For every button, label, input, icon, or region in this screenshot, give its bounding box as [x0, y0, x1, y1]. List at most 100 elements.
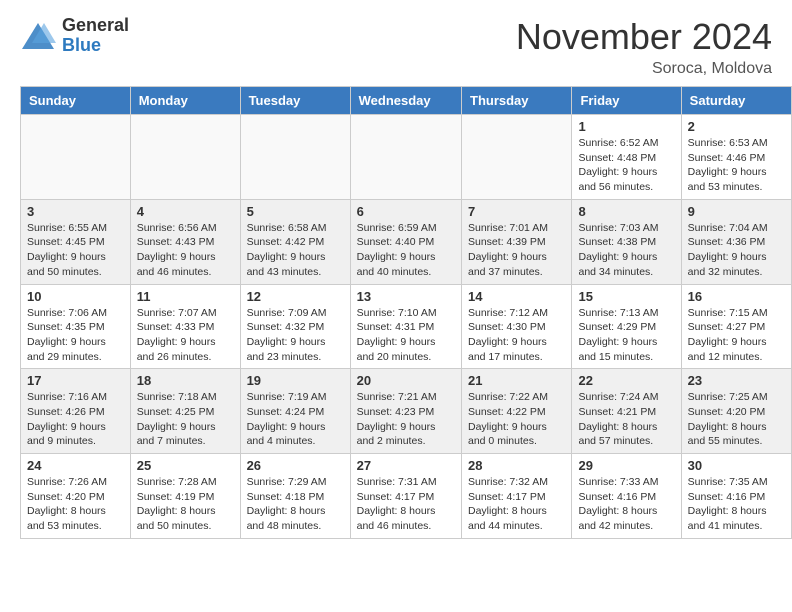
day-number: 11: [137, 289, 234, 304]
calendar-cell: 12 Sunrise: 7:09 AM Sunset: 4:32 PM Dayli…: [240, 284, 350, 369]
day-number: 24: [27, 458, 124, 473]
logo: General Blue: [20, 16, 129, 56]
day-number: 6: [357, 204, 455, 219]
calendar-cell: 21 Sunrise: 7:22 AM Sunset: 4:22 PM Dayli…: [462, 369, 572, 454]
calendar-cell: 17Sunrise: 7:16 AM Sunset: 4:26 PM Dayli…: [21, 369, 131, 454]
day-number: 15: [578, 289, 674, 304]
calendar-cell: 26Sunrise: 7:29 AM Sunset: 4:18 PM Dayli…: [240, 454, 350, 539]
day-info: Sunrise: 7:18 AM Sunset: 4:25 PM Dayligh…: [137, 390, 234, 449]
day-info: Sunrise: 7:33 AM Sunset: 4:16 PM Dayligh…: [578, 475, 674, 534]
day-info: Sunrise: 7:03 AM Sunset: 4:38 PM Dayligh…: [578, 221, 674, 280]
logo-text: General Blue: [62, 16, 129, 56]
calendar-cell: 2 Sunrise: 6:53 AM Sunset: 4:46 PM Daylig…: [681, 115, 791, 200]
col-sunday: Sunday: [21, 87, 131, 115]
calendar-week-row: 24Sunrise: 7:26 AM Sunset: 4:20 PM Dayli…: [21, 454, 792, 539]
month-title: November 2024: [516, 16, 772, 58]
day-info: Sunrise: 6:53 AM Sunset: 4:46 PM Dayligh…: [688, 136, 785, 195]
day-number: 20: [357, 373, 455, 388]
day-number: 16: [688, 289, 785, 304]
day-info: Sunrise: 7:19 AM Sunset: 4:24 PM Dayligh…: [247, 390, 344, 449]
day-number: 4: [137, 204, 234, 219]
day-number: 14: [468, 289, 565, 304]
calendar-week-row: 17Sunrise: 7:16 AM Sunset: 4:26 PM Dayli…: [21, 369, 792, 454]
calendar-cell: 10 Sunrise: 7:06 AM Sunset: 4:35 PM Dayli…: [21, 284, 131, 369]
day-info: Sunrise: 7:13 AM Sunset: 4:29 PM Dayligh…: [578, 306, 674, 365]
day-info: Sunrise: 6:58 AM Sunset: 4:42 PM Dayligh…: [247, 221, 344, 280]
calendar-cell: 6 Sunrise: 6:59 AM Sunset: 4:40 PM Daylig…: [350, 199, 461, 284]
day-info: Sunrise: 7:07 AM Sunset: 4:33 PM Dayligh…: [137, 306, 234, 365]
calendar-cell: 1Sunrise: 6:52 AM Sunset: 4:48 PM Daylig…: [572, 115, 681, 200]
calendar-cell: 14 Sunrise: 7:12 AM Sunset: 4:30 PM Dayli…: [462, 284, 572, 369]
calendar-cell: 7 Sunrise: 7:01 AM Sunset: 4:39 PM Daylig…: [462, 199, 572, 284]
calendar-cell: 23Sunrise: 7:25 AM Sunset: 4:20 PM Dayli…: [681, 369, 791, 454]
logo-icon: [20, 21, 56, 51]
calendar-cell: 29 Sunrise: 7:33 AM Sunset: 4:16 PM Dayli…: [572, 454, 681, 539]
calendar-week-row: 10 Sunrise: 7:06 AM Sunset: 4:35 PM Dayli…: [21, 284, 792, 369]
calendar-cell: 20 Sunrise: 7:21 AM Sunset: 4:23 PM Dayli…: [350, 369, 461, 454]
day-info: Sunrise: 7:04 AM Sunset: 4:36 PM Dayligh…: [688, 221, 785, 280]
title-block: November 2024 Soroca, Moldova: [516, 16, 772, 78]
day-info: Sunrise: 6:56 AM Sunset: 4:43 PM Dayligh…: [137, 221, 234, 280]
day-number: 12: [247, 289, 344, 304]
day-info: Sunrise: 6:55 AM Sunset: 4:45 PM Dayligh…: [27, 221, 124, 280]
day-info: Sunrise: 7:29 AM Sunset: 4:18 PM Dayligh…: [247, 475, 344, 534]
day-number: 13: [357, 289, 455, 304]
calendar-cell: 4 Sunrise: 6:56 AM Sunset: 4:43 PM Daylig…: [130, 199, 240, 284]
col-wednesday: Wednesday: [350, 87, 461, 115]
calendar-cell: [130, 115, 240, 200]
calendar-wrapper: Sunday Monday Tuesday Wednesday Thursday…: [0, 86, 792, 549]
day-info: Sunrise: 7:12 AM Sunset: 4:30 PM Dayligh…: [468, 306, 565, 365]
calendar-cell: [462, 115, 572, 200]
calendar-cell: 18Sunrise: 7:18 AM Sunset: 4:25 PM Dayli…: [130, 369, 240, 454]
calendar-cell: [350, 115, 461, 200]
day-info: Sunrise: 7:09 AM Sunset: 4:32 PM Dayligh…: [247, 306, 344, 365]
day-info: Sunrise: 7:16 AM Sunset: 4:26 PM Dayligh…: [27, 390, 124, 449]
calendar-cell: 5 Sunrise: 6:58 AM Sunset: 4:42 PM Daylig…: [240, 199, 350, 284]
col-tuesday: Tuesday: [240, 87, 350, 115]
calendar-cell: 8 Sunrise: 7:03 AM Sunset: 4:38 PM Daylig…: [572, 199, 681, 284]
day-number: 23: [688, 373, 785, 388]
calendar-cell: 22Sunrise: 7:24 AM Sunset: 4:21 PM Dayli…: [572, 369, 681, 454]
logo-blue-text: Blue: [62, 36, 129, 56]
day-info: Sunrise: 7:22 AM Sunset: 4:22 PM Dayligh…: [468, 390, 565, 449]
location-subtitle: Soroca, Moldova: [516, 60, 772, 78]
calendar-table: Sunday Monday Tuesday Wednesday Thursday…: [20, 86, 792, 539]
calendar-cell: 28Sunrise: 7:32 AM Sunset: 4:17 PM Dayli…: [462, 454, 572, 539]
day-info: Sunrise: 7:28 AM Sunset: 4:19 PM Dayligh…: [137, 475, 234, 534]
day-number: 25: [137, 458, 234, 473]
day-number: 2: [688, 119, 785, 134]
calendar-header: Sunday Monday Tuesday Wednesday Thursday…: [21, 87, 792, 115]
day-number: 1: [578, 119, 674, 134]
day-info: Sunrise: 7:35 AM Sunset: 4:16 PM Dayligh…: [688, 475, 785, 534]
calendar-cell: 27Sunrise: 7:31 AM Sunset: 4:17 PM Dayli…: [350, 454, 461, 539]
calendar-cell: 11 Sunrise: 7:07 AM Sunset: 4:33 PM Dayli…: [130, 284, 240, 369]
page-header: General Blue November 2024 Soroca, Moldo…: [0, 0, 792, 86]
calendar-cell: [21, 115, 131, 200]
day-info: Sunrise: 6:59 AM Sunset: 4:40 PM Dayligh…: [357, 221, 455, 280]
day-number: 3: [27, 204, 124, 219]
day-info: Sunrise: 7:21 AM Sunset: 4:23 PM Dayligh…: [357, 390, 455, 449]
day-number: 10: [27, 289, 124, 304]
col-monday: Monday: [130, 87, 240, 115]
day-number: 27: [357, 458, 455, 473]
day-number: 30: [688, 458, 785, 473]
calendar-week-row: 1Sunrise: 6:52 AM Sunset: 4:48 PM Daylig…: [21, 115, 792, 200]
day-number: 7: [468, 204, 565, 219]
calendar-cell: 19Sunrise: 7:19 AM Sunset: 4:24 PM Dayli…: [240, 369, 350, 454]
day-number: 5: [247, 204, 344, 219]
day-number: 9: [688, 204, 785, 219]
header-row: Sunday Monday Tuesday Wednesday Thursday…: [21, 87, 792, 115]
day-number: 8: [578, 204, 674, 219]
day-number: 29: [578, 458, 674, 473]
calendar-cell: 30 Sunrise: 7:35 AM Sunset: 4:16 PM Dayli…: [681, 454, 791, 539]
calendar-cell: 24Sunrise: 7:26 AM Sunset: 4:20 PM Dayli…: [21, 454, 131, 539]
calendar-cell: 13Sunrise: 7:10 AM Sunset: 4:31 PM Dayli…: [350, 284, 461, 369]
day-info: Sunrise: 7:24 AM Sunset: 4:21 PM Dayligh…: [578, 390, 674, 449]
col-friday: Friday: [572, 87, 681, 115]
calendar-cell: 9 Sunrise: 7:04 AM Sunset: 4:36 PM Daylig…: [681, 199, 791, 284]
day-info: Sunrise: 7:06 AM Sunset: 4:35 PM Dayligh…: [27, 306, 124, 365]
col-saturday: Saturday: [681, 87, 791, 115]
day-info: Sunrise: 7:01 AM Sunset: 4:39 PM Dayligh…: [468, 221, 565, 280]
day-number: 21: [468, 373, 565, 388]
calendar-cell: 15 Sunrise: 7:13 AM Sunset: 4:29 PM Dayli…: [572, 284, 681, 369]
